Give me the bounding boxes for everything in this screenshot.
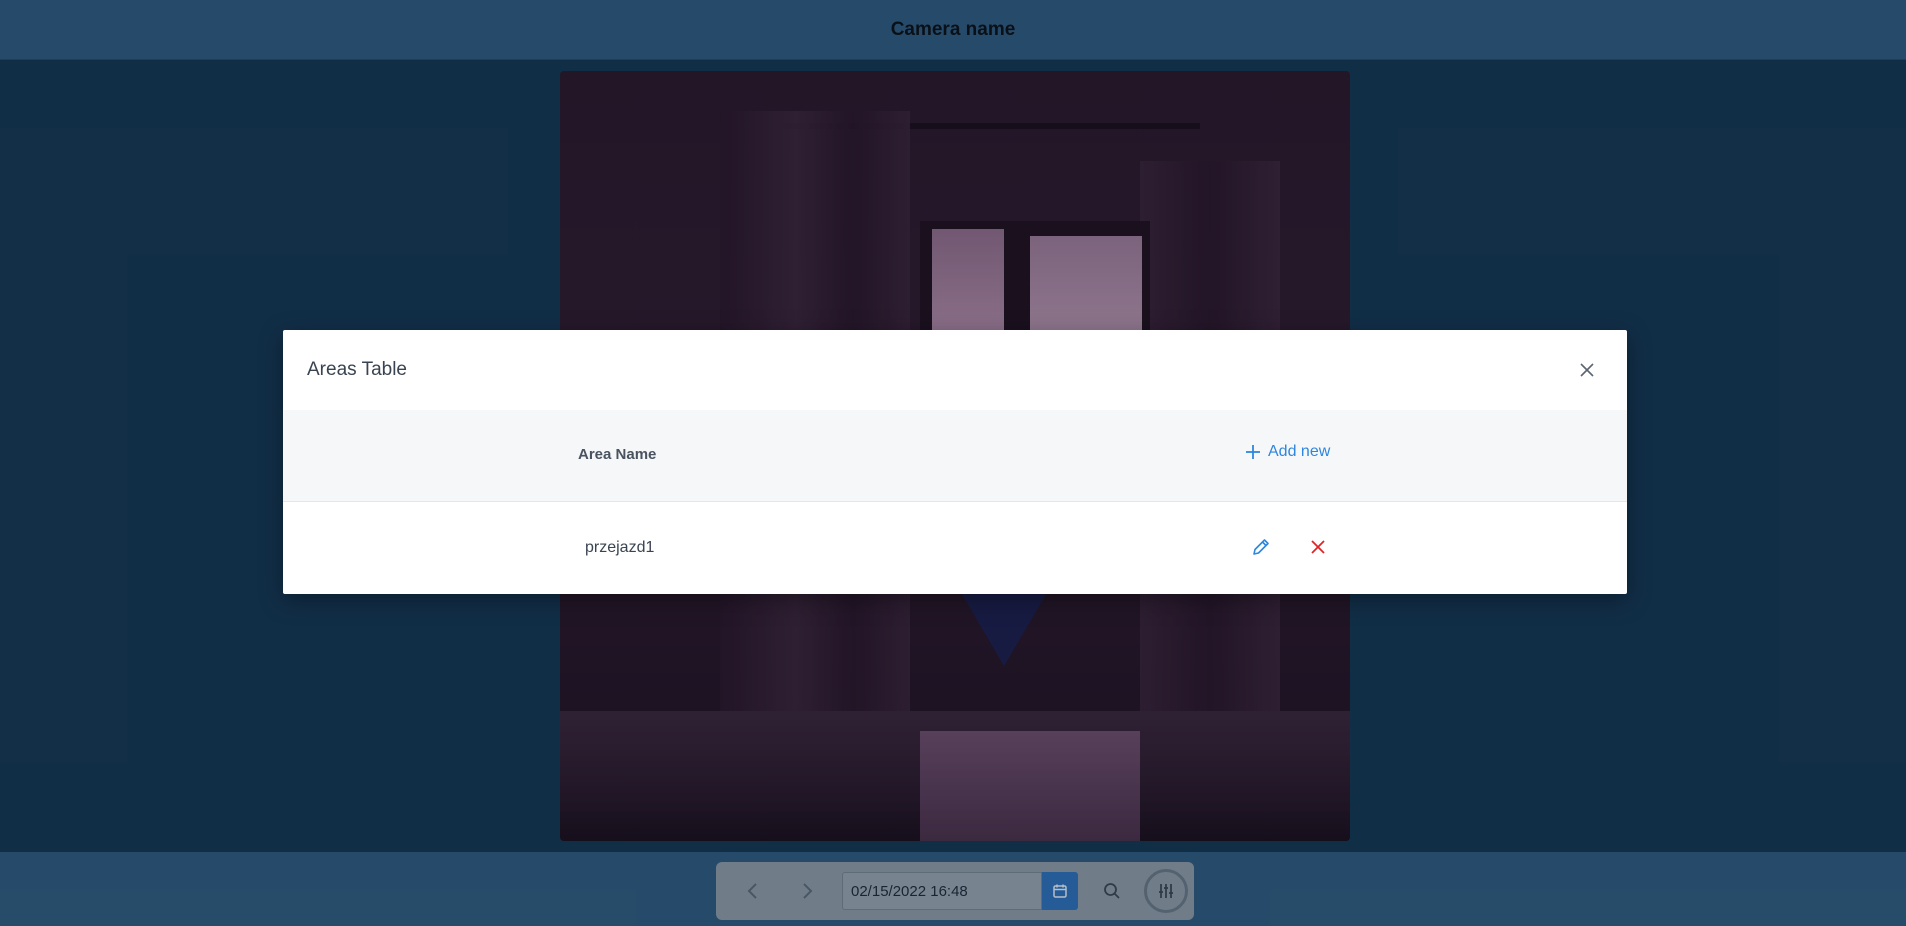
- edit-button[interactable]: [1250, 536, 1272, 558]
- column-header-area-name: Area Name: [578, 446, 657, 463]
- close-button[interactable]: [1577, 360, 1597, 380]
- pencil-icon: [1253, 539, 1269, 555]
- table-header: Area Name Add new: [283, 410, 1627, 502]
- dialog-title: Areas Table: [307, 359, 407, 380]
- table-row: przejazd1: [283, 503, 1627, 594]
- delete-button[interactable]: [1307, 536, 1329, 558]
- add-new-button[interactable]: Add new: [1245, 443, 1330, 461]
- dialog-header: Areas Table: [283, 330, 1627, 410]
- areas-table-dialog: Areas Table Area Name Add new przejazd1: [283, 330, 1627, 594]
- plus-icon: [1246, 445, 1260, 459]
- add-new-label: Add new: [1268, 443, 1331, 460]
- close-icon: [1580, 363, 1594, 377]
- close-icon: [1311, 540, 1325, 554]
- area-name-cell: przejazd1: [585, 539, 655, 556]
